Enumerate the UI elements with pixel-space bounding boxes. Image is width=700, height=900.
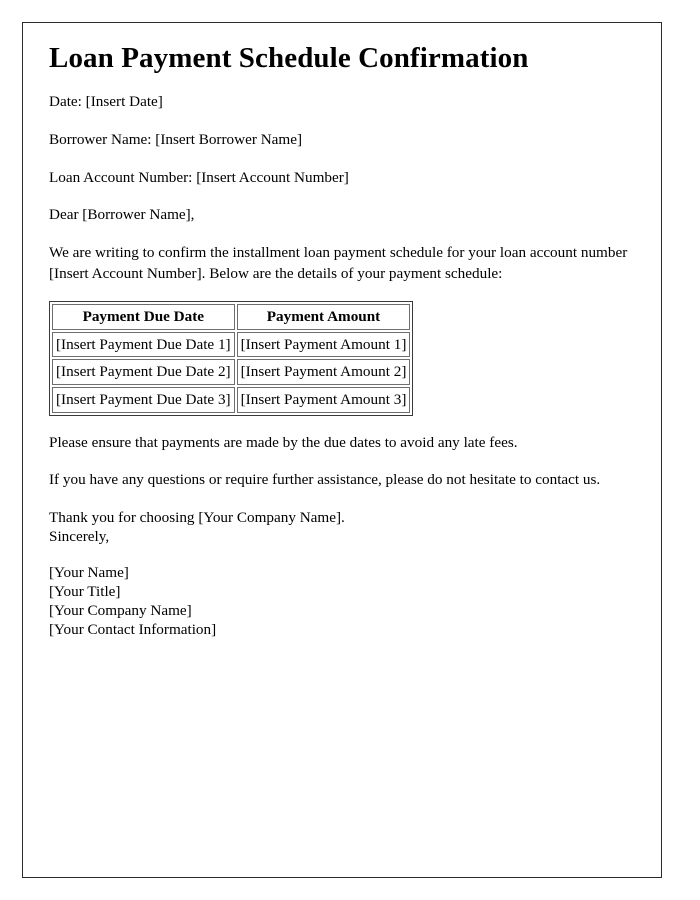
cell-payment-due-date: [Insert Payment Due Date 1] <box>52 331 235 358</box>
cell-payment-amount: [Insert Payment Amount 2] <box>236 359 411 385</box>
payment-schedule-table-wrapper: Payment Due Date Payment Amount [Insert … <box>49 301 637 416</box>
page-title: Loan Payment Schedule Confirmation <box>49 42 529 74</box>
intro-paragraph: We are writing to confirm the installmen… <box>49 243 628 282</box>
borrower-name-line: Borrower Name: [Insert Borrower Name] <box>49 130 303 148</box>
cell-payment-amount: [Insert Payment Amount 1] <box>236 331 411 358</box>
cell-payment-due-date: [Insert Payment Due Date 2] <box>52 359 235 385</box>
cell-payment-amount: [Insert Payment Amount 3] <box>236 386 411 413</box>
late-fee-notice-paragraph: Please ensure that payments are made by … <box>49 433 518 451</box>
document-body: Loan Payment Schedule Confirmation Date:… <box>49 41 637 656</box>
payment-schedule-table: Payment Due Date Payment Amount [Insert … <box>49 301 414 416</box>
contact-us-paragraph: If you have any questions or require fur… <box>49 471 601 489</box>
table-row: [Insert Payment Due Date 1] [Insert Paym… <box>52 331 411 358</box>
signature-name: [Your Name] <box>49 563 129 581</box>
signature-block: [Your Name] [Your Title] [Your Company N… <box>49 563 637 639</box>
table-row: [Insert Payment Due Date 2] [Insert Paym… <box>52 359 411 385</box>
table-row: [Insert Payment Due Date 3] [Insert Paym… <box>52 386 411 413</box>
signature-company: [Your Company Name] <box>49 601 192 619</box>
document-page-frame: Loan Payment Schedule Confirmation Date:… <box>22 22 662 878</box>
thank-you-line: Thank you for choosing [Your Company Nam… <box>49 508 345 526</box>
table-header-row: Payment Due Date Payment Amount <box>52 304 411 330</box>
signature-title: [Your Title] <box>49 582 121 600</box>
date-line: Date: [Insert Date] <box>49 93 163 111</box>
column-header-payment-due-date: Payment Due Date <box>52 304 235 330</box>
loan-account-number-line: Loan Account Number: [Insert Account Num… <box>49 168 349 186</box>
salutation-line: Dear [Borrower Name], <box>49 206 195 224</box>
signature-contact: [Your Contact Information] <box>49 620 217 638</box>
column-header-payment-amount: Payment Amount <box>236 304 411 330</box>
cell-payment-due-date: [Insert Payment Due Date 3] <box>52 386 235 413</box>
sign-off-line: Sincerely, <box>49 527 110 545</box>
closing-block: Thank you for choosing [Your Company Nam… <box>49 508 637 546</box>
